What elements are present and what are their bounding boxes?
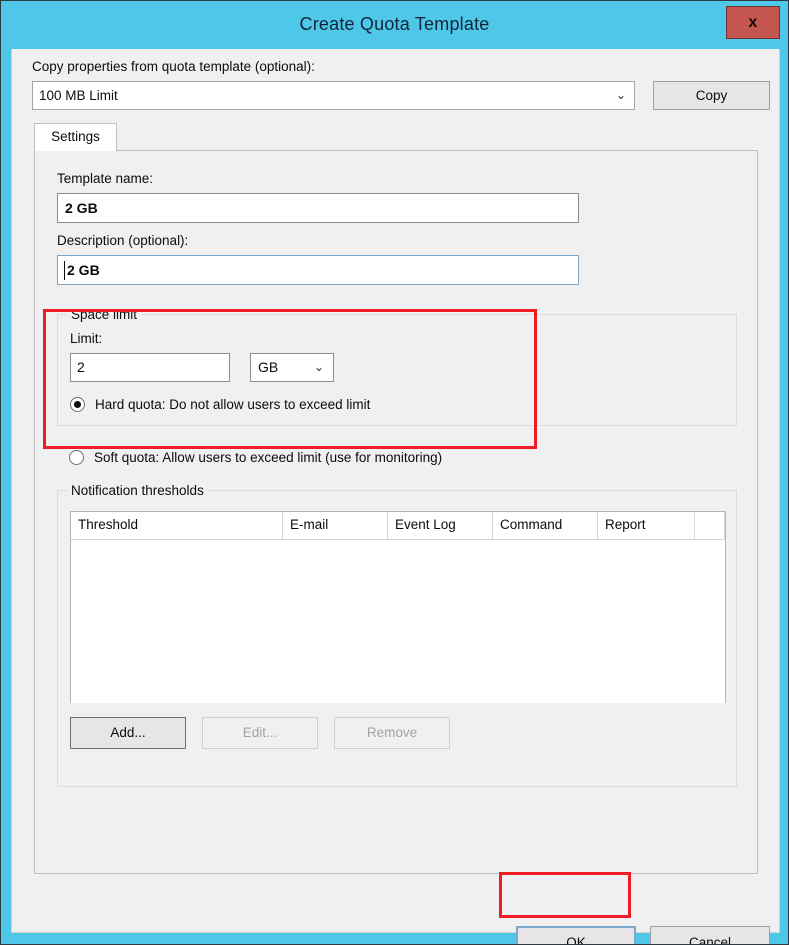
text-caret — [64, 261, 65, 280]
thresholds-table-body[interactable] — [71, 540, 725, 703]
thresholds-column-header[interactable]: Event Log — [388, 512, 493, 539]
description-label: Description (optional): — [57, 233, 189, 248]
template-name-label: Template name: — [57, 171, 154, 186]
limit-input[interactable]: 2 — [70, 353, 230, 382]
dialog-client-area: Copy properties from quota template (opt… — [11, 49, 780, 944]
thresholds-table: Threshold E-mail Event Log Command Report — [70, 511, 726, 703]
chevron-down-icon: ⌄ — [313, 360, 324, 374]
add-threshold-button[interactable]: Add... — [70, 717, 186, 749]
thresholds-column-header[interactable]: Threshold — [71, 512, 283, 539]
thresholds-column-header[interactable]: E-mail — [283, 512, 388, 539]
copy-template-select[interactable]: 100 MB Limit ⌄ — [32, 81, 635, 110]
radio-icon-hard-quota[interactable] — [70, 397, 85, 412]
thresholds-column-header[interactable]: Command — [493, 512, 598, 539]
space-limit-group: Space limit Limit: 2 GB ⌄ Hard quota: Do… — [57, 307, 737, 426]
description-input[interactable]: 2 GB — [57, 255, 579, 285]
remove-threshold-button: Remove — [334, 717, 450, 749]
title-bar: Create Quota Template x — [1, 1, 788, 49]
copy-button[interactable]: Copy — [653, 81, 770, 110]
radio-icon-soft-quota[interactable] — [69, 450, 84, 465]
thresholds-table-header: Threshold E-mail Event Log Command Report — [71, 512, 725, 540]
ok-button[interactable]: OK — [516, 926, 636, 944]
description-value: 2 GB — [67, 262, 100, 278]
close-icon[interactable]: x — [726, 6, 780, 39]
copy-properties-label: Copy properties from quota template (opt… — [32, 59, 315, 74]
tab-settings[interactable]: Settings — [34, 123, 117, 151]
notification-thresholds-group: Notification thresholds Threshold E-mail E… — [57, 483, 737, 787]
limit-unit-value: GB — [258, 359, 279, 375]
thresholds-column-header[interactable] — [695, 512, 725, 539]
space-limit-group-title: Space limit — [67, 307, 142, 322]
hard-quota-label: Hard quota: Do not allow users to exceed… — [95, 397, 371, 412]
template-name-input[interactable]: 2 GB — [57, 193, 579, 223]
page-title: Create Quota Template — [299, 14, 490, 34]
thresholds-column-header[interactable]: Report — [598, 512, 695, 539]
create-quota-template-dialog: Create Quota Template x Copy properties … — [0, 0, 789, 945]
settings-tab-panel: Template name: 2 GB Description (optiona… — [34, 150, 758, 874]
chevron-down-icon: ⌄ — [615, 88, 626, 102]
edit-threshold-button: Edit... — [202, 717, 318, 749]
limit-label: Limit: — [70, 331, 103, 346]
limit-unit-select[interactable]: GB ⌄ — [250, 353, 334, 382]
cancel-button[interactable]: Cancel — [650, 926, 770, 944]
notification-thresholds-group-title: Notification thresholds — [67, 483, 208, 498]
copy-template-value: 100 MB Limit — [39, 88, 118, 103]
soft-quota-label: Soft quota: Allow users to exceed limit … — [94, 450, 443, 465]
